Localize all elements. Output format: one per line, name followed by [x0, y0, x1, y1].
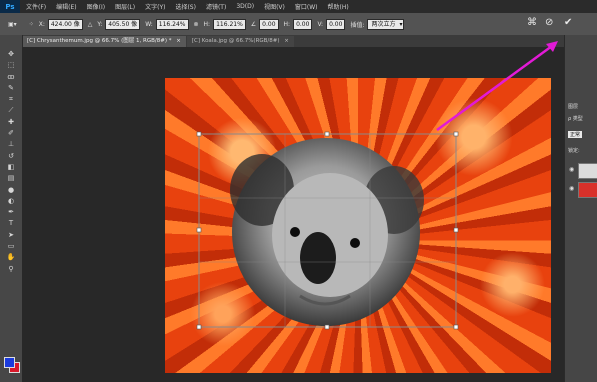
- eye-icon[interactable]: ◉: [569, 185, 574, 192]
- blend-mode-select[interactable]: 正常: [568, 131, 583, 138]
- layer-thumbnail-background[interactable]: [578, 182, 597, 198]
- layers-panel-title: 图层: [568, 104, 579, 110]
- layer-thumbnail-koala[interactable]: [578, 163, 597, 179]
- annotation-arrow: [436, 41, 558, 132]
- lock-label: 锁定:: [568, 148, 580, 154]
- layer-kind-filter[interactable]: ρ 类型: [568, 115, 583, 122]
- layers-panel: 图层 ρ 类型 正常 锁定: ◉ ◉: [564, 35, 597, 382]
- koala-layer[interactable]: [230, 138, 424, 326]
- eye-icon[interactable]: ◉: [569, 166, 574, 173]
- transform-overlay: [196, 41, 558, 330]
